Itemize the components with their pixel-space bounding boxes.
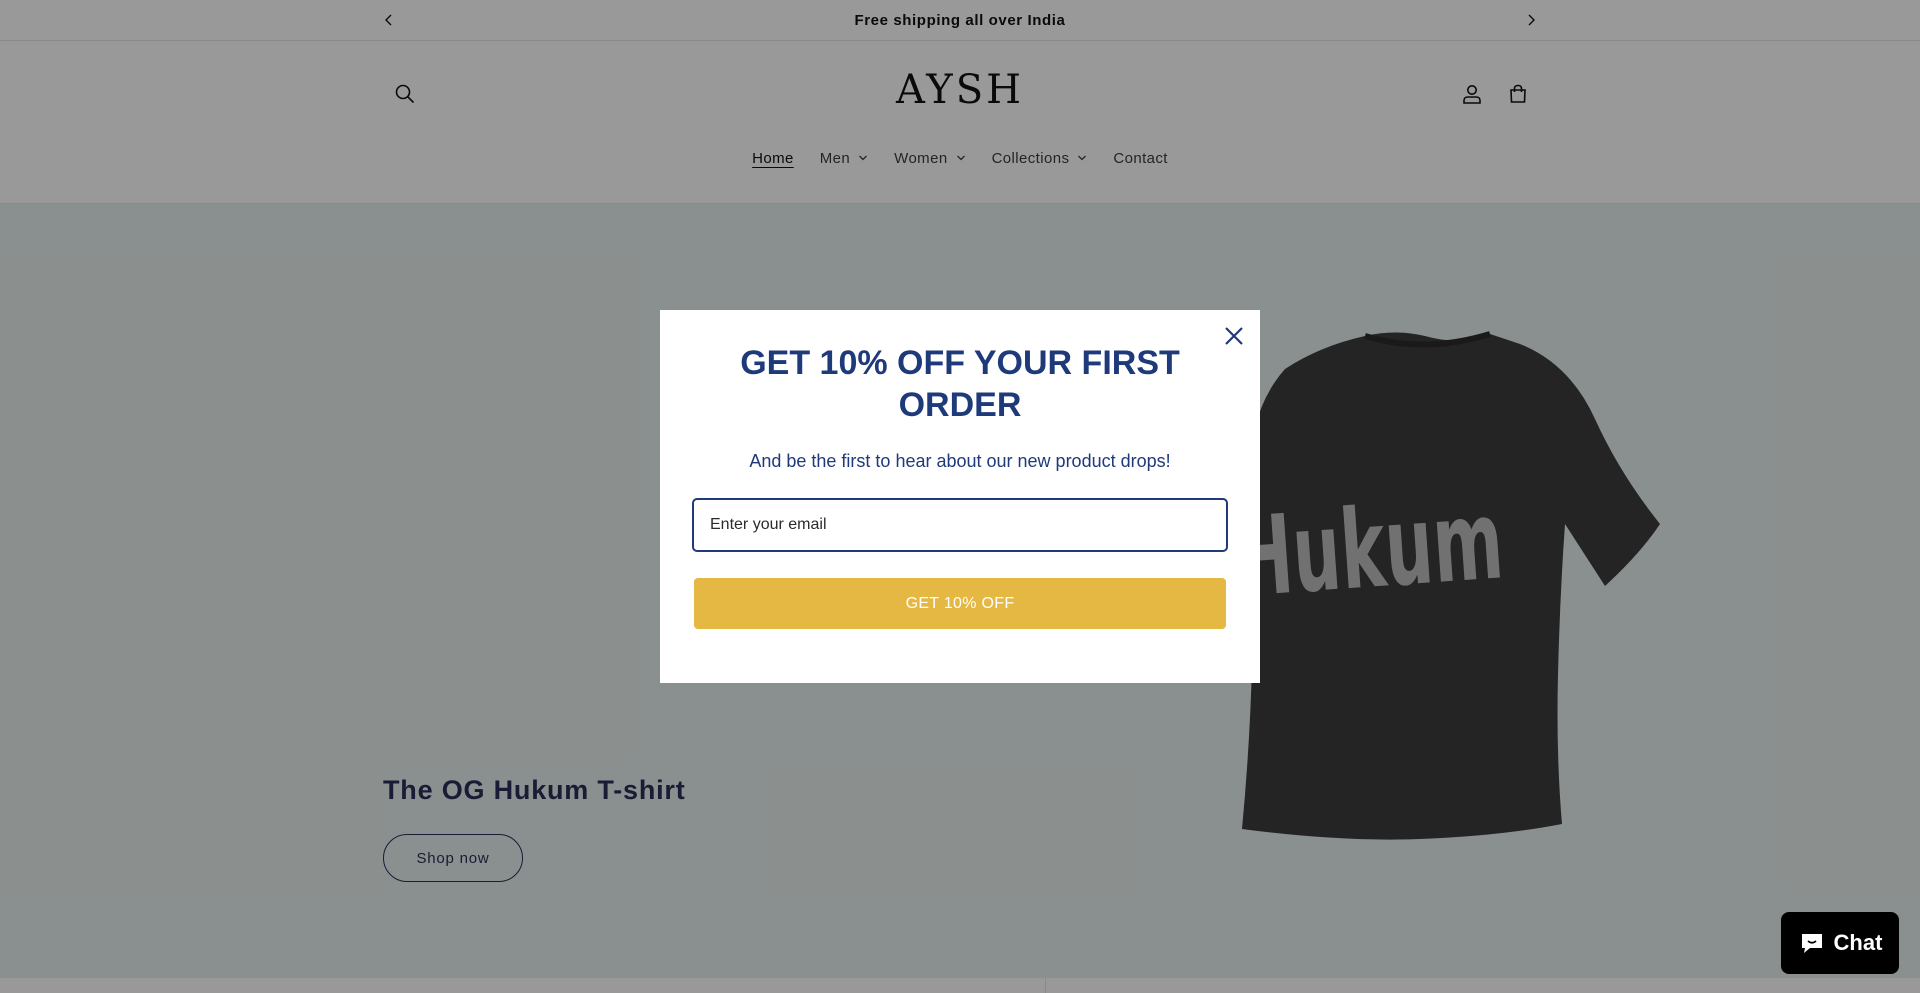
discount-popup: GET 10% OFF YOUR FIRST ORDER And be the … [660,310,1260,683]
chat-bubble-icon [1801,934,1822,953]
chat-label: Chat [1833,930,1883,955]
popup-close-button[interactable] [1218,320,1250,352]
close-icon [1225,327,1243,345]
email-input[interactable] [692,498,1228,552]
popup-subtitle: And be the first to hear about our new p… [749,451,1171,471]
chat-button[interactable]: Chat [1781,912,1899,974]
get-discount-button[interactable]: GET 10% OFF [694,578,1226,629]
popup-title: GET 10% OFF YOUR FIRST ORDER [740,344,1180,424]
